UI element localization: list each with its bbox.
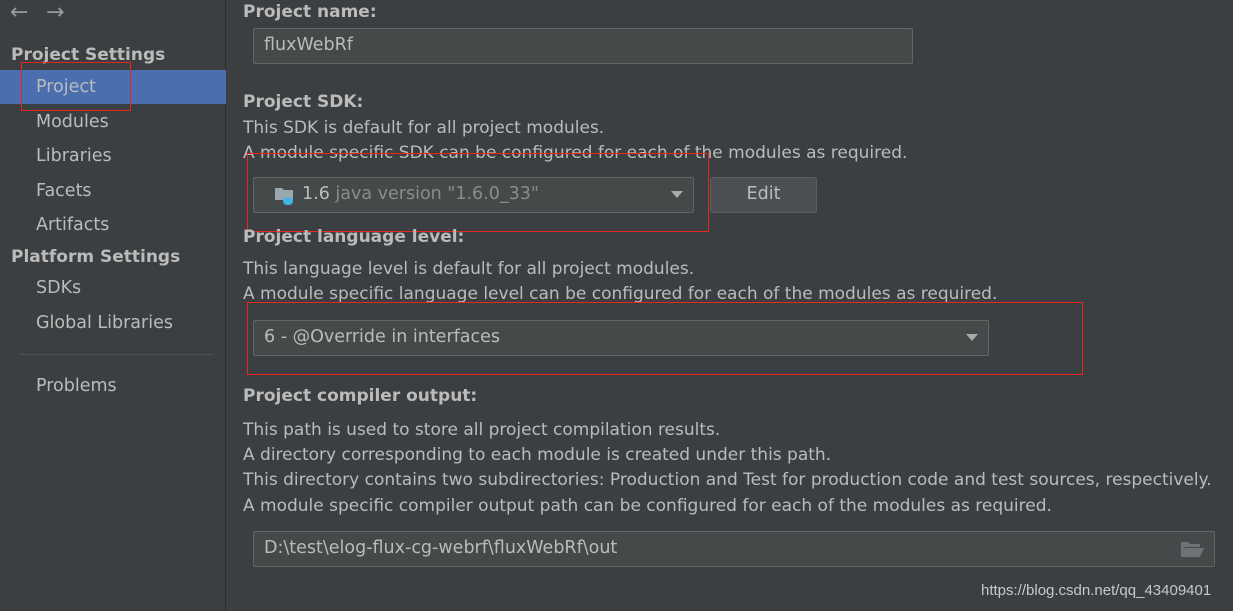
- folder-open-icon[interactable]: [1180, 541, 1204, 558]
- output-description: A directory corresponding to each module…: [243, 445, 832, 465]
- platform-settings-heading: Platform Settings: [11, 247, 181, 267]
- project-name-input[interactable]: fluxWebRf: [253, 28, 913, 64]
- sidebar-item-problems[interactable]: Problems: [0, 369, 226, 403]
- sidebar-divider: [20, 354, 214, 355]
- watermark: https://blog.csdn.net/qq_43409401: [981, 582, 1212, 599]
- sidebar-item-artifacts[interactable]: Artifacts: [0, 208, 226, 242]
- sidebar-item-libraries[interactable]: Libraries: [0, 139, 226, 173]
- output-description: A module specific compiler output path c…: [243, 496, 1052, 516]
- highlight-box: [247, 302, 1083, 375]
- output-description: This path is used to store all project c…: [243, 420, 721, 440]
- sdk-description: This SDK is default for all project modu…: [243, 118, 605, 138]
- language-description: This language level is default for all p…: [243, 259, 695, 279]
- project-name-label: Project name:: [243, 2, 377, 22]
- compiler-output-path: D:\test\elog-flux-cg-webrf\fluxWebRf\out: [264, 538, 618, 558]
- edit-sdk-button[interactable]: Edit: [710, 177, 817, 213]
- output-description: This directory contains two subdirectori…: [243, 470, 1212, 490]
- highlight-box: [21, 62, 131, 111]
- sidebar-item-facets[interactable]: Facets: [0, 174, 226, 208]
- language-level-label: Project language level:: [243, 227, 465, 247]
- sidebar-item-global-libraries[interactable]: Global Libraries: [0, 306, 226, 340]
- forward-arrow-icon[interactable]: →: [46, 0, 64, 25]
- project-sdk-label: Project SDK:: [243, 92, 364, 112]
- compiler-output-label: Project compiler output:: [243, 386, 478, 406]
- back-arrow-icon[interactable]: ←: [10, 0, 28, 25]
- sidebar-item-sdks[interactable]: SDKs: [0, 271, 226, 305]
- compiler-output-input[interactable]: D:\test\elog-flux-cg-webrf\fluxWebRf\out: [253, 531, 1215, 567]
- highlight-box: [247, 153, 709, 232]
- language-description: A module specific language level can be …: [243, 284, 998, 304]
